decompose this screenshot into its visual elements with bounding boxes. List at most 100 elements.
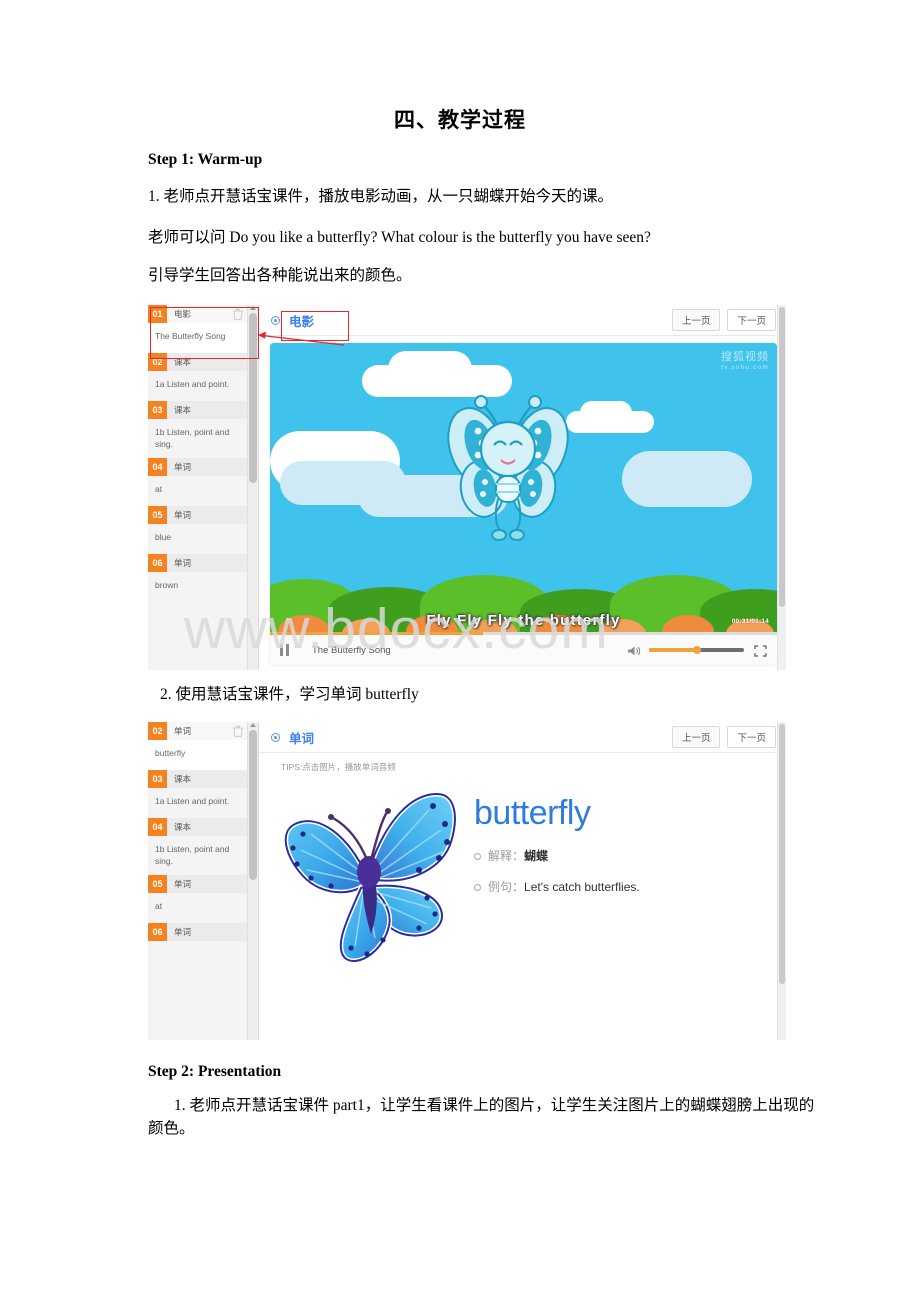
sidebar-item-header: 06 单词	[148, 922, 248, 941]
courseware-sidebar[interactable]: 02 单词 butterfly 03 课本 1a Listen and point. 04 课…	[148, 722, 259, 1040]
sohu-watermark: 搜狐视频 tv.sohu.com	[721, 348, 769, 371]
sidebar-item-header: 03 课本	[148, 401, 248, 419]
sidebar-item-body: 1b Listen, point and sing.	[148, 419, 248, 458]
section-dot-icon	[271, 732, 280, 742]
sidebar-item-number: 02	[148, 722, 167, 740]
sidebar-item[interactable]: 04 单词 at	[148, 457, 248, 506]
sidebar-item-number: 04	[148, 818, 167, 836]
page-title: 四、教学过程	[394, 108, 526, 132]
sidebar-item-header: 04 单词	[148, 457, 248, 476]
video-player[interactable]: 搜狐视频 tv.sohu.com Fly Fly Fly the butterf…	[270, 343, 777, 665]
sidebar-item-number: 06	[148, 553, 167, 572]
sidebar-item-type: 课本	[174, 774, 192, 784]
sidebar-item[interactable]: 02 课本 1a Listen and point.	[148, 353, 248, 401]
sohu-watermark-cn: 搜狐视频	[721, 351, 769, 363]
sidebar-item-body: at	[148, 475, 248, 506]
sidebar-item-body: 1b Listen, point and sing.	[148, 836, 248, 875]
courseware-main-panel: 电影 上一页 下一页 搜狐视频 tv.sohu.com Fly Fly Fly …	[259, 305, 786, 670]
sidebar-item[interactable]: 04 课本 1b Listen, point and sing.	[148, 818, 248, 875]
video-track-title: The Butterfly Song	[312, 644, 391, 656]
sidebar-item[interactable]: 05 单词 blue	[148, 505, 248, 554]
sidebar-item-type: 单词	[174, 461, 192, 472]
sidebar-item-number: 05	[148, 874, 167, 893]
sidebar-item-type: 单词	[174, 878, 192, 889]
word-meaning-row: 解释： 蝴蝶	[474, 847, 786, 864]
sidebar-item[interactable]: 03 课本 1b Listen, point and sing.	[148, 401, 248, 458]
sidebar-item-header: 03 课本	[148, 770, 248, 788]
delete-icon[interactable]	[231, 724, 245, 738]
document-page: 四、教学过程 Step 1: Warm-up 1. 老师点开慧话宝课件，播放电影…	[0, 0, 920, 1302]
volume-icon[interactable]	[627, 644, 641, 656]
sidebar-item[interactable]: 05 单词 at	[148, 874, 248, 923]
sidebar-item-header: 06 单词	[148, 553, 248, 572]
main-header: 单词 上一页 下一页	[259, 722, 786, 753]
main-scroll-thumb[interactable]	[779, 724, 785, 984]
butterfly-character-icon	[447, 395, 569, 541]
sidebar-item-header: 05 单词	[148, 505, 248, 524]
sidebar-item-body: butterfly	[148, 740, 248, 770]
step2-heading: Step 2: Presentation	[148, 1063, 282, 1080]
courseware-main-panel: 单词 上一页 下一页 TIPS:点击图片，播放单词音频 butterfly 解释…	[259, 722, 786, 1040]
sidebar-item-header: 05 单词	[148, 874, 248, 893]
sidebar-item-number: 03	[148, 401, 167, 419]
sidebar-item-type: 单词	[174, 926, 192, 937]
sidebar-item-number: 03	[148, 770, 167, 788]
step1-heading: Step 1: Warm-up	[148, 151, 263, 168]
word-card-text: butterfly 解释： 蝴蝶 例句： Let's catch butterf…	[474, 768, 786, 895]
sidebar-item-type: 单词	[174, 509, 192, 520]
cloud-shape	[580, 401, 632, 425]
bullet-icon	[474, 853, 481, 860]
courseware-screenshot-movie[interactable]: 01 电影 The Butterfly Song 02 课本 1a Listen and …	[148, 305, 786, 670]
sidebar-scroll-thumb[interactable]	[249, 730, 257, 880]
word-example-value: Let's catch butterflies.	[524, 880, 640, 894]
sidebar-item[interactable]: 02 单词 butterfly	[148, 722, 248, 770]
sidebar-item-type: 单词	[174, 557, 192, 568]
word-meaning-value: 蝴蝶	[524, 849, 549, 863]
butterfly-photo[interactable]	[259, 768, 474, 978]
paragraph-4: 2. 使用慧话宝课件，学习单词 butterfly	[160, 686, 419, 703]
word-card: butterfly 解释： 蝴蝶 例句： Let's catch butterf…	[259, 768, 786, 1040]
paragraph-3: 引导学生回答出各种能说出来的颜色。	[148, 267, 412, 284]
courseware-screenshot-word[interactable]: 02 单词 butterfly 03 课本 1a Listen and point. 04 课…	[148, 722, 786, 1040]
main-scroll-thumb[interactable]	[779, 307, 785, 607]
pause-icon[interactable]	[280, 644, 290, 656]
sidebar-item[interactable]: 06 单词	[148, 922, 248, 971]
sidebar-item-number: 05	[148, 505, 167, 524]
sidebar-scrollbar[interactable]	[247, 722, 258, 1040]
sidebar-item-type: 单词	[174, 726, 192, 736]
main-scrollbar[interactable]	[777, 305, 786, 670]
paragraph-1: 1. 老师点开慧话宝课件，播放电影动画，从一只蝴蝶开始今天的课。	[148, 188, 614, 205]
paragraph-5: 1. 老师点开慧话宝课件 part1，让学生看课件上的图片，让学生关注图片上的蝴…	[148, 1097, 815, 1138]
paragraph-2: 老师可以问 Do you like a butterfly? What colo…	[148, 229, 651, 246]
cloud-shape	[622, 451, 752, 507]
next-page-button[interactable]: 下一页	[727, 309, 776, 331]
prev-page-button[interactable]: 上一页	[671, 309, 721, 331]
word-example-label: 例句：	[488, 880, 525, 894]
main-scrollbar[interactable]	[777, 722, 786, 1040]
section-dot-icon	[271, 315, 280, 325]
sidebar-item[interactable]: 03 课本 1a Listen and point.	[148, 770, 248, 818]
cloud-shape	[388, 351, 472, 387]
sidebar-item-body: blue	[148, 523, 248, 554]
sidebar-item-body: at	[148, 892, 248, 923]
volume-slider[interactable]	[649, 646, 744, 654]
sidebar-item[interactable]: 06 单词 brown	[148, 553, 248, 602]
bullet-icon	[474, 884, 481, 891]
sidebar-item-header: 04 课本	[148, 818, 248, 836]
sidebar-item-body: brown	[148, 571, 248, 602]
sidebar-scrollbar[interactable]	[247, 305, 258, 670]
video-stage[interactable]: 搜狐视频 tv.sohu.com Fly Fly Fly the butterf…	[270, 343, 777, 635]
next-page-button[interactable]: 下一页	[727, 726, 776, 748]
blue-butterfly-icon	[283, 791, 458, 964]
word-headline: butterfly	[474, 794, 591, 832]
sidebar-item-header: 02 单词	[148, 722, 248, 740]
prev-page-button[interactable]: 上一页	[671, 726, 721, 748]
video-timestamp: 00:31/01:14	[731, 618, 769, 625]
scroll-up-arrow-icon[interactable]	[250, 723, 256, 727]
sidebar-item-type: 课本	[174, 822, 192, 832]
fullscreen-icon[interactable]	[754, 644, 767, 657]
video-controls[interactable]: The Butterfly Song	[270, 635, 777, 665]
annotation-box-sidebar-item	[150, 307, 259, 359]
sidebar-item-body: 1a Listen and point.	[148, 788, 248, 818]
courseware-sidebar[interactable]: 01 电影 The Butterfly Song 02 课本 1a Listen and …	[148, 305, 259, 670]
